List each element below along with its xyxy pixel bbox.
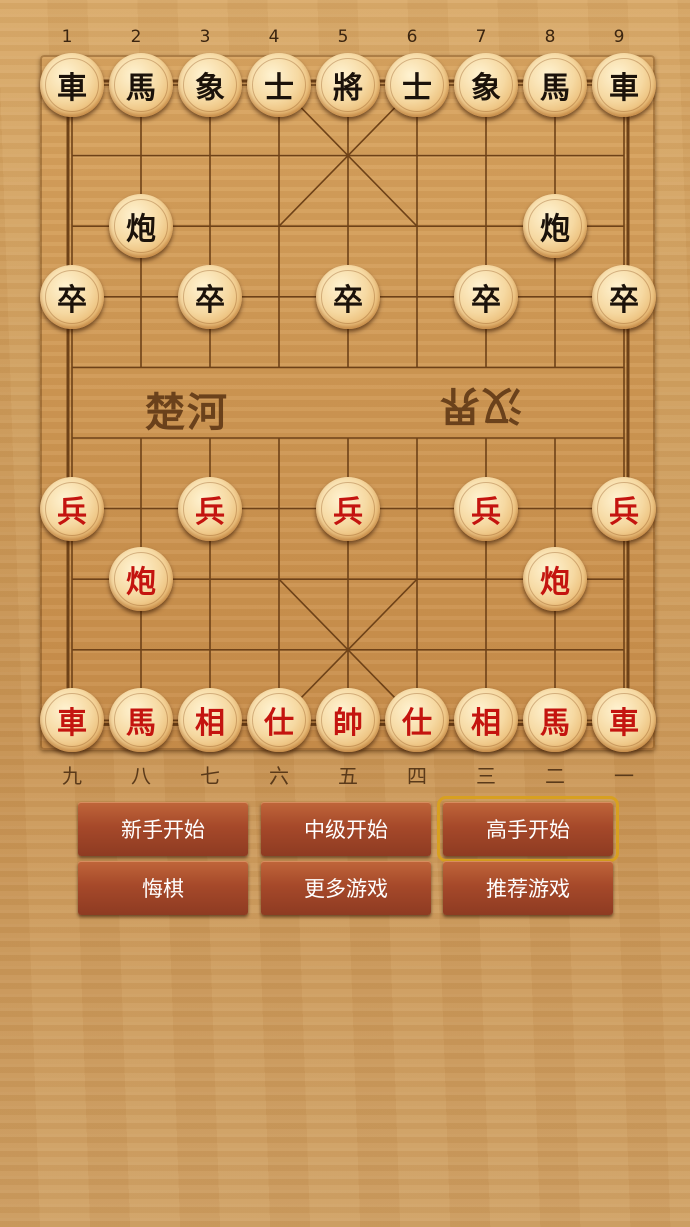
column-number-bottom: 七 xyxy=(200,764,220,788)
black-piece[interactable]: 馬 xyxy=(523,53,587,117)
more-games-button[interactable]: 更多游戏 xyxy=(261,861,431,915)
column-number-top: 1 xyxy=(61,27,73,47)
black-piece[interactable]: 象 xyxy=(178,53,242,117)
column-number-bottom: 二 xyxy=(545,764,565,788)
column-number-top: 8 xyxy=(544,27,556,47)
piece-label: 馬 xyxy=(540,706,570,742)
column-number-bottom: 五 xyxy=(338,764,358,788)
black-piece[interactable]: 卒 xyxy=(40,264,104,329)
expert-start-button[interactable]: 高手开始 xyxy=(437,796,619,862)
red-piece[interactable]: 仕 xyxy=(247,688,311,753)
column-number-top: 4 xyxy=(268,27,280,47)
piece-label: 炮 xyxy=(540,212,570,248)
piece-label: 兵 xyxy=(195,494,225,530)
red-piece[interactable]: 炮 xyxy=(523,547,587,612)
piece-label: 馬 xyxy=(540,71,570,106)
piece-label: 士 xyxy=(264,71,294,106)
black-piece[interactable]: 象 xyxy=(454,53,518,117)
black-piece[interactable]: 將 xyxy=(316,53,380,117)
black-piece[interactable]: 車 xyxy=(592,53,656,117)
column-number-top: 9 xyxy=(613,27,625,47)
piece-label: 卒 xyxy=(195,282,225,318)
black-piece[interactable]: 馬 xyxy=(109,53,173,117)
piece-label: 卒 xyxy=(57,282,87,318)
piece-label: 象 xyxy=(471,71,501,106)
piece-label: 卒 xyxy=(471,282,501,318)
piece-label: 相 xyxy=(195,706,225,742)
red-piece[interactable]: 兵 xyxy=(592,476,656,541)
piece-label: 卒 xyxy=(333,282,363,318)
piece-label: 卒 xyxy=(609,282,639,318)
column-number-top: 7 xyxy=(475,27,487,47)
piece-label: 馬 xyxy=(126,71,156,106)
chess-board[interactable]: 楚河 汉界 xyxy=(40,55,655,750)
column-number-bottom: 六 xyxy=(269,764,289,788)
black-piece[interactable]: 車 xyxy=(40,53,104,117)
column-number-top: 2 xyxy=(130,27,142,47)
piece-label: 仕 xyxy=(402,706,432,742)
intermediate-start-button[interactable]: 中级开始 xyxy=(261,802,431,856)
column-number-top: 5 xyxy=(337,27,349,47)
piece-label: 車 xyxy=(57,706,87,742)
piece-label: 帥 xyxy=(333,706,363,742)
column-number-top: 6 xyxy=(406,27,418,47)
recommended-games-button[interactable]: 推荐游戏 xyxy=(443,861,613,915)
piece-label: 兵 xyxy=(471,494,501,530)
black-piece[interactable]: 炮 xyxy=(109,194,173,259)
black-piece[interactable]: 卒 xyxy=(316,264,380,329)
black-piece[interactable]: 炮 xyxy=(523,194,587,259)
piece-label: 馬 xyxy=(126,706,156,742)
column-numbers-top: 1 2 3 4 5 6 7 8 9 xyxy=(0,27,690,51)
board-grid xyxy=(66,79,630,726)
red-piece[interactable]: 兵 xyxy=(40,476,104,541)
black-piece[interactable]: 卒 xyxy=(454,264,518,329)
red-piece[interactable]: 兵 xyxy=(316,476,380,541)
column-number-bottom: 四 xyxy=(407,764,427,788)
red-piece[interactable]: 車 xyxy=(40,688,104,753)
river-label-han-jie: 汉界 xyxy=(438,382,522,429)
column-number-bottom: 一 xyxy=(614,764,634,788)
black-piece[interactable]: 士 xyxy=(247,53,311,117)
column-number-bottom: 八 xyxy=(131,764,151,788)
column-numbers-bottom: 九八七六五四三二一 xyxy=(0,760,690,790)
red-piece[interactable]: 相 xyxy=(454,688,518,753)
red-piece[interactable]: 馬 xyxy=(523,688,587,753)
piece-label: 士 xyxy=(402,71,432,106)
piece-label: 車 xyxy=(609,71,639,106)
piece-label: 兵 xyxy=(609,494,639,530)
piece-label: 炮 xyxy=(540,565,570,601)
column-number-bottom: 九 xyxy=(62,764,82,788)
black-piece[interactable]: 卒 xyxy=(178,264,242,329)
column-number-top: 3 xyxy=(199,27,211,47)
red-piece[interactable]: 兵 xyxy=(178,476,242,541)
piece-label: 相 xyxy=(471,706,501,742)
undo-button[interactable]: 悔棋 xyxy=(78,861,248,915)
river-label-chu-he: 楚河 xyxy=(145,389,229,436)
red-piece[interactable]: 帥 xyxy=(316,688,380,753)
piece-label: 象 xyxy=(195,71,225,106)
piece-label: 將 xyxy=(333,71,363,106)
red-piece[interactable]: 仕 xyxy=(385,688,449,753)
piece-label: 兵 xyxy=(333,494,363,530)
piece-label: 兵 xyxy=(57,494,87,530)
column-number-bottom: 三 xyxy=(476,764,496,788)
piece-label: 炮 xyxy=(126,565,156,601)
piece-label: 車 xyxy=(609,706,639,742)
red-piece[interactable]: 馬 xyxy=(109,688,173,753)
piece-label: 車 xyxy=(57,71,87,106)
red-piece[interactable]: 炮 xyxy=(109,547,173,612)
red-piece[interactable]: 車 xyxy=(592,688,656,753)
piece-label: 仕 xyxy=(264,706,294,742)
red-piece[interactable]: 相 xyxy=(178,688,242,753)
black-piece[interactable]: 士 xyxy=(385,53,449,117)
piece-label: 炮 xyxy=(126,212,156,248)
red-piece[interactable]: 兵 xyxy=(454,476,518,541)
black-piece[interactable]: 卒 xyxy=(592,264,656,329)
beginner-start-button[interactable]: 新手开始 xyxy=(78,802,248,856)
